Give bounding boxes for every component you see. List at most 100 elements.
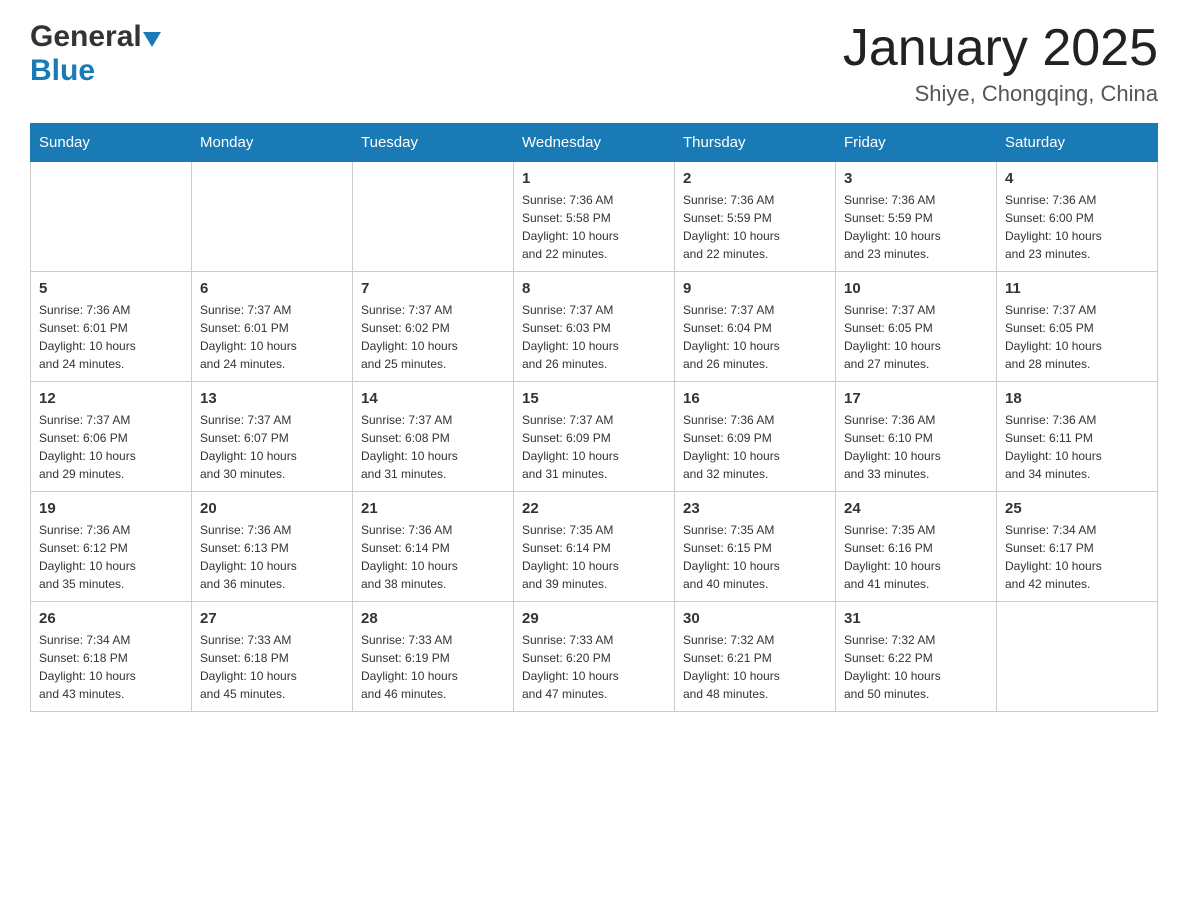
calendar-cell: 8Sunrise: 7:37 AM Sunset: 6:03 PM Daylig… (514, 272, 675, 382)
calendar-cell: 22 Sunrise: 7:35 AM Sunset: 6:14 PM Dayli… (514, 492, 675, 602)
day-info: Sunrise: 7:36 AM Sunset: 6:13 PM Dayligh… (200, 521, 344, 593)
calendar-cell (353, 162, 514, 272)
calendar-week-row: 5 Sunrise: 7:36 AM Sunset: 6:01 PM Daylig… (31, 272, 1158, 382)
day-number: 27 (200, 610, 344, 627)
day-info: Sunrise: 7:33 AM Sunset: 6:19 PM Dayligh… (361, 631, 505, 703)
day-number: 1 (522, 170, 666, 187)
title-area: January 2025 Shiye, Chongqing, China (843, 20, 1158, 107)
calendar-cell: 26 Sunrise: 7:34 AM Sunset: 6:18 PM Dayli… (31, 602, 192, 712)
day-info: Sunrise: 7:33 AM Sunset: 6:20 PM Dayligh… (522, 631, 666, 703)
calendar-cell: 1 Sunrise: 7:36 AM Sunset: 5:58 PM Daylig… (514, 162, 675, 272)
calendar-week-row: 12 Sunrise: 7:37 AM Sunset: 6:06 PM Dayli… (31, 382, 1158, 492)
day-info: Sunrise: 7:36 AM Sunset: 6:10 PM Dayligh… (844, 411, 988, 483)
calendar-week-row: 1 Sunrise: 7:36 AM Sunset: 5:58 PM Daylig… (31, 162, 1158, 272)
calendar-cell: 10 Sunrise: 7:37 AM Sunset: 6:05 PM Dayli… (836, 272, 997, 382)
col-header-sunday: Sunday (31, 124, 192, 162)
day-number: 28 (361, 610, 505, 627)
day-info: Sunrise: 7:36 AM Sunset: 5:58 PM Dayligh… (522, 191, 666, 263)
calendar-cell: 31 Sunrise: 7:32 AM Sunset: 6:22 PM Dayli… (836, 602, 997, 712)
day-number: 3 (844, 170, 988, 187)
day-info: Sunrise: 7:35 AM Sunset: 6:14 PM Dayligh… (522, 521, 666, 593)
month-title: January 2025 (843, 20, 1158, 77)
day-info: Sunrise: 7:35 AM Sunset: 6:15 PM Dayligh… (683, 521, 827, 593)
day-info: Sunrise: 7:36 AM Sunset: 5:59 PM Dayligh… (844, 191, 988, 263)
day-info: Sunrise: 7:36 AM Sunset: 6:00 PM Dayligh… (1005, 191, 1149, 263)
day-info: Sunrise: 7:36 AM Sunset: 6:12 PM Dayligh… (39, 521, 183, 593)
day-number: 15 (522, 390, 666, 407)
calendar-week-row: 26 Sunrise: 7:34 AM Sunset: 6:18 PM Dayli… (31, 602, 1158, 712)
day-info: Sunrise: 7:37 AM Sunset: 6:05 PM Dayligh… (844, 301, 988, 373)
calendar-cell: 3 Sunrise: 7:36 AM Sunset: 5:59 PM Daylig… (836, 162, 997, 272)
day-number: 21 (361, 500, 505, 517)
day-info: Sunrise: 7:37 AM Sunset: 6:08 PM Dayligh… (361, 411, 505, 483)
calendar-cell: 24 Sunrise: 7:35 AM Sunset: 6:16 PM Dayli… (836, 492, 997, 602)
calendar-cell: 17 Sunrise: 7:36 AM Sunset: 6:10 PM Dayli… (836, 382, 997, 492)
day-number: 17 (844, 390, 988, 407)
calendar-cell (997, 602, 1158, 712)
day-number: 12 (39, 390, 183, 407)
col-header-thursday: Thursday (675, 124, 836, 162)
calendar-cell (192, 162, 353, 272)
day-info: Sunrise: 7:35 AM Sunset: 6:16 PM Dayligh… (844, 521, 988, 593)
logo: General Blue (30, 20, 162, 88)
day-info: Sunrise: 7:37 AM Sunset: 6:06 PM Dayligh… (39, 411, 183, 483)
calendar-cell: 15Sunrise: 7:37 AM Sunset: 6:09 PM Dayli… (514, 382, 675, 492)
day-number: 6 (200, 280, 344, 297)
calendar-week-row: 19 Sunrise: 7:36 AM Sunset: 6:12 PM Dayli… (31, 492, 1158, 602)
logo-triangle-icon (143, 32, 161, 47)
day-info: Sunrise: 7:37 AM Sunset: 6:05 PM Dayligh… (1005, 301, 1149, 373)
location: Shiye, Chongqing, China (843, 81, 1158, 107)
day-number: 19 (39, 500, 183, 517)
calendar-cell: 7 Sunrise: 7:37 AM Sunset: 6:02 PM Daylig… (353, 272, 514, 382)
day-number: 13 (200, 390, 344, 407)
calendar-cell: 30Sunrise: 7:32 AM Sunset: 6:21 PM Dayli… (675, 602, 836, 712)
day-number: 26 (39, 610, 183, 627)
day-info: Sunrise: 7:36 AM Sunset: 6:01 PM Dayligh… (39, 301, 183, 373)
day-info: Sunrise: 7:36 AM Sunset: 5:59 PM Dayligh… (683, 191, 827, 263)
day-number: 20 (200, 500, 344, 517)
day-info: Sunrise: 7:33 AM Sunset: 6:18 PM Dayligh… (200, 631, 344, 703)
col-header-saturday: Saturday (997, 124, 1158, 162)
day-info: Sunrise: 7:36 AM Sunset: 6:14 PM Dayligh… (361, 521, 505, 593)
calendar-header-row: SundayMondayTuesdayWednesdayThursdayFrid… (31, 124, 1158, 162)
col-header-friday: Friday (836, 124, 997, 162)
calendar-cell: 27 Sunrise: 7:33 AM Sunset: 6:18 PM Dayli… (192, 602, 353, 712)
day-number: 25 (1005, 500, 1149, 517)
day-number: 24 (844, 500, 988, 517)
day-number: 5 (39, 280, 183, 297)
calendar-table: SundayMondayTuesdayWednesdayThursdayFrid… (30, 123, 1158, 712)
day-number: 16 (683, 390, 827, 407)
page-header: General Blue January 2025 Shiye, Chongqi… (30, 20, 1158, 107)
calendar-cell: 28 Sunrise: 7:33 AM Sunset: 6:19 PM Dayli… (353, 602, 514, 712)
col-header-monday: Monday (192, 124, 353, 162)
day-info: Sunrise: 7:32 AM Sunset: 6:22 PM Dayligh… (844, 631, 988, 703)
day-number: 8 (522, 280, 666, 297)
day-info: Sunrise: 7:36 AM Sunset: 6:11 PM Dayligh… (1005, 411, 1149, 483)
calendar-cell: 12 Sunrise: 7:37 AM Sunset: 6:06 PM Dayli… (31, 382, 192, 492)
day-info: Sunrise: 7:37 AM Sunset: 6:07 PM Dayligh… (200, 411, 344, 483)
calendar-cell: 29Sunrise: 7:33 AM Sunset: 6:20 PM Dayli… (514, 602, 675, 712)
calendar-cell: 9Sunrise: 7:37 AM Sunset: 6:04 PM Daylig… (675, 272, 836, 382)
calendar-cell: 18 Sunrise: 7:36 AM Sunset: 6:11 PM Dayli… (997, 382, 1158, 492)
day-number: 18 (1005, 390, 1149, 407)
day-number: 7 (361, 280, 505, 297)
logo-general: General (30, 20, 142, 54)
calendar-cell: 13 Sunrise: 7:37 AM Sunset: 6:07 PM Dayli… (192, 382, 353, 492)
calendar-cell: 21 Sunrise: 7:36 AM Sunset: 6:14 PM Dayli… (353, 492, 514, 602)
day-info: Sunrise: 7:37 AM Sunset: 6:01 PM Dayligh… (200, 301, 344, 373)
calendar-cell: 25Sunrise: 7:34 AM Sunset: 6:17 PM Dayli… (997, 492, 1158, 602)
day-number: 4 (1005, 170, 1149, 187)
day-number: 22 (522, 500, 666, 517)
day-number: 10 (844, 280, 988, 297)
day-info: Sunrise: 7:36 AM Sunset: 6:09 PM Dayligh… (683, 411, 827, 483)
day-number: 11 (1005, 280, 1149, 297)
day-number: 2 (683, 170, 827, 187)
day-info: Sunrise: 7:34 AM Sunset: 6:18 PM Dayligh… (39, 631, 183, 703)
calendar-cell (31, 162, 192, 272)
calendar-cell: 2 Sunrise: 7:36 AM Sunset: 5:59 PM Daylig… (675, 162, 836, 272)
day-info: Sunrise: 7:32 AM Sunset: 6:21 PM Dayligh… (683, 631, 827, 703)
day-number: 23 (683, 500, 827, 517)
calendar-cell: 23 Sunrise: 7:35 AM Sunset: 6:15 PM Dayli… (675, 492, 836, 602)
day-number: 31 (844, 610, 988, 627)
day-info: Sunrise: 7:37 AM Sunset: 6:02 PM Dayligh… (361, 301, 505, 373)
